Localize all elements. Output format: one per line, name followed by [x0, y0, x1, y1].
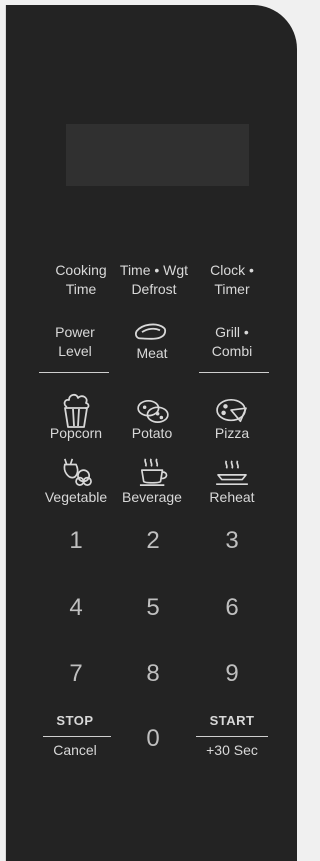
meat-icon — [133, 320, 169, 346]
key-line2: Defrost — [131, 281, 177, 297]
key-2[interactable]: 2 — [123, 527, 183, 555]
stop-divider — [43, 736, 111, 737]
key-7[interactable]: 7 — [46, 660, 106, 688]
key-8[interactable]: 8 — [123, 660, 183, 688]
key-line1: Power — [55, 324, 95, 340]
cooking-time-button[interactable]: Cooking Time — [40, 261, 122, 299]
clock-timer-button[interactable]: Clock • Timer — [191, 261, 273, 299]
start-divider — [196, 736, 268, 737]
beverage-icon — [136, 457, 172, 487]
meat-label[interactable]: Meat — [111, 345, 193, 361]
key-5[interactable]: 5 — [123, 594, 183, 622]
potato-icon — [135, 398, 171, 424]
key-6[interactable]: 6 — [202, 594, 262, 622]
start-label[interactable]: START — [191, 713, 273, 728]
cancel-label[interactable]: Cancel — [34, 742, 116, 758]
stop-label[interactable]: STOP — [34, 713, 116, 728]
key-4[interactable]: 4 — [46, 594, 106, 622]
key-line1: Cooking — [55, 262, 107, 278]
vegetable-label[interactable]: Vegetable — [35, 489, 117, 505]
time-wgt-defrost-button[interactable]: Time • Wgt Defrost — [113, 261, 195, 299]
grill-combi-underline — [199, 372, 269, 373]
grill-combi-button[interactable]: Grill • Combi — [191, 323, 273, 361]
reheat-icon — [214, 459, 250, 487]
key-line2: Combi — [211, 343, 253, 359]
plus-30-sec-label[interactable]: +30 Sec — [191, 742, 273, 758]
key-line2: Level — [58, 343, 92, 359]
reheat-label[interactable]: Reheat — [191, 489, 273, 505]
key-line2: Time — [65, 281, 97, 297]
vegetable-icon — [59, 457, 95, 487]
power-level-underline — [39, 372, 109, 373]
key-line2: Timer — [214, 281, 250, 297]
key-line1: Clock • — [210, 262, 254, 278]
popcorn-label[interactable]: Popcorn — [35, 425, 117, 441]
control-panel: Cooking Time Time • Wgt Defrost Clock • … — [5, 5, 297, 861]
key-1[interactable]: 1 — [46, 527, 106, 555]
key-3[interactable]: 3 — [202, 527, 262, 555]
key-line1: Grill • — [215, 324, 249, 340]
pizza-icon — [214, 397, 250, 425]
key-9[interactable]: 9 — [202, 660, 262, 688]
key-line1: Time • Wgt — [119, 262, 189, 278]
key-0[interactable]: 0 — [123, 725, 183, 753]
pizza-label[interactable]: Pizza — [191, 425, 273, 441]
lcd-display — [66, 124, 249, 186]
power-level-button[interactable]: Power Level — [34, 323, 116, 361]
potato-label[interactable]: Potato — [111, 425, 193, 441]
popcorn-icon — [59, 391, 93, 429]
beverage-label[interactable]: Beverage — [111, 489, 193, 505]
